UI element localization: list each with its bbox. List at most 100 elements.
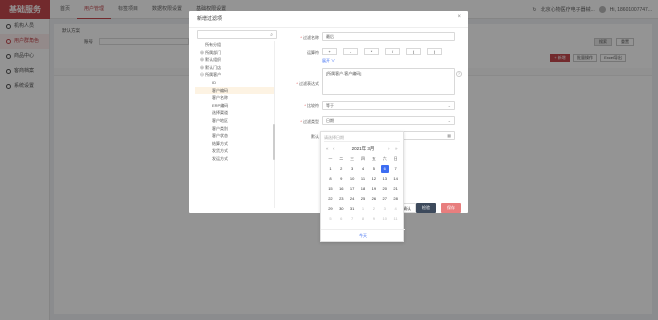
weekday-label: 一 (328, 156, 333, 161)
tree-item[interactable]: ⊕ 默认组织 (195, 56, 274, 64)
search-icon[interactable]: ⌕ (270, 32, 273, 38)
operator-minus-button[interactable]: - (343, 48, 358, 55)
tree-item[interactable]: ID (195, 79, 274, 87)
tree-item[interactable]: 选择渠道 (195, 109, 274, 117)
name-label: * 过滤名称 (300, 35, 319, 40)
tree-item[interactable]: 客户地区 (195, 117, 274, 125)
day-cell[interactable]: 22 (325, 195, 336, 205)
day-cell[interactable]: 13 (379, 175, 390, 185)
tree-item[interactable]: ⊖ 所属客户 (195, 71, 274, 79)
field-tree: 所有分组 ⊕ 所属部门 ⊕ 默认组织 ⊕ 默认门店 ⊖ 所属客户 ID 客户编码… (195, 41, 275, 208)
day-cell-other-month[interactable]: 9 (368, 215, 379, 225)
day-cell-other-month[interactable]: 6 (336, 215, 347, 225)
day-cell[interactable]: 12 (368, 175, 379, 185)
chevron-down-icon: ⌄ (447, 118, 451, 123)
divider (321, 229, 405, 230)
day-cell-other-month[interactable]: 8 (358, 215, 369, 225)
calendar-header[interactable]: 2021年 3月 (321, 146, 405, 152)
day-cell[interactable]: 23 (336, 195, 347, 205)
day-cell[interactable]: 25 (358, 195, 369, 205)
day-cell-today[interactable]: 6 (379, 165, 390, 175)
operator-plus-button[interactable]: + (322, 48, 337, 55)
date-picker-popup: 请选择日期 « ‹ 2021年 3月 › » 一二三四五六日1234567891… (320, 131, 405, 242)
day-cell[interactable]: 29 (325, 205, 336, 215)
day-cell[interactable]: 1 (325, 165, 336, 175)
day-cell-other-month[interactable]: 2 (368, 205, 379, 215)
operator-lparen-button[interactable]: ( (406, 48, 421, 55)
day-cell[interactable]: 5 (368, 165, 379, 175)
day-cell-other-month[interactable]: 1 (358, 205, 369, 215)
day-cell[interactable]: 31 (347, 205, 358, 215)
tree-item-selected[interactable]: 客户编码 (195, 86, 274, 95)
tree-item[interactable]: 发货方式 (195, 147, 274, 155)
tree-item[interactable]: 客户类别 (195, 125, 274, 133)
day-cell[interactable]: 15 (325, 185, 336, 195)
day-cell[interactable]: 8 (325, 175, 336, 185)
help-icon[interactable]: ? (456, 71, 462, 77)
day-cell[interactable]: 30 (336, 205, 347, 215)
expression-label: * 过滤表达式 (296, 81, 319, 86)
tree-item[interactable]: 所有分组 (195, 41, 274, 49)
operator-rparen-button[interactable]: ) (427, 48, 442, 55)
tree-item[interactable]: 客户名称 (195, 94, 274, 102)
operator-label: 运算符 (307, 50, 319, 55)
tree-item[interactable]: ⊕ 默认门店 (195, 64, 274, 72)
name-input[interactable]: 最后 (322, 32, 455, 41)
day-cell[interactable]: 28 (390, 195, 401, 205)
day-cell[interactable]: 21 (390, 185, 401, 195)
day-cell-other-month[interactable]: 10 (379, 215, 390, 225)
save-button[interactable]: 保存 (441, 203, 461, 213)
tree-search-input[interactable]: ⌕ (197, 30, 277, 39)
day-cell[interactable]: 14 (390, 175, 401, 185)
day-cell-other-month[interactable]: 4 (390, 205, 401, 215)
next-year-icon[interactable]: » (395, 146, 398, 151)
next-month-icon[interactable]: › (388, 146, 390, 151)
day-cell[interactable]: 2 (336, 165, 347, 175)
today-label: 6 (380, 165, 389, 173)
chevron-down-icon: ⌄ (447, 103, 451, 108)
date-picker-input[interactable]: 请选择日期 (324, 135, 400, 142)
weekday-label: 四 (361, 156, 365, 161)
day-cell[interactable]: 9 (336, 175, 347, 185)
tree-item[interactable]: 客户状态 (195, 132, 274, 140)
day-cell[interactable]: 27 (379, 195, 390, 205)
tree-scrollbar[interactable] (273, 124, 275, 160)
day-cell-other-month[interactable]: 7 (347, 215, 358, 225)
type-select[interactable]: 日期 ⌄ (322, 116, 455, 125)
day-cell[interactable]: 4 (358, 165, 369, 175)
week-row: 22 23 24 25 26 27 28 (325, 195, 401, 205)
day-cell-other-month[interactable]: 5 (325, 215, 336, 225)
day-cell-other-month[interactable]: 3 (379, 205, 390, 215)
day-cell[interactable]: 11 (358, 175, 369, 185)
tree-item[interactable]: 结算方式 (195, 140, 274, 148)
day-cell[interactable]: 17 (347, 185, 358, 195)
day-cell-other-month[interactable]: 11 (390, 215, 401, 225)
day-cell[interactable]: 16 (336, 185, 347, 195)
calendar-icon[interactable]: ▦ (447, 132, 451, 139)
day-cell[interactable]: 3 (347, 165, 358, 175)
day-cell[interactable]: 24 (347, 195, 358, 205)
tree-item[interactable]: 发运方式 (195, 155, 274, 163)
compare-select[interactable]: 等于 ⌄ (322, 101, 455, 110)
expression-textarea[interactable]: [所属客户.客户编码] (322, 68, 455, 95)
validate-button[interactable]: 检验 (416, 203, 436, 213)
day-cell[interactable]: 10 (347, 175, 358, 185)
day-cell[interactable]: 19 (368, 185, 379, 195)
day-cell[interactable]: 26 (368, 195, 379, 205)
calendar-grid: 一二三四五六日 1 2 3 4 5 6 7 8 9 10 11 12 13 14 15 16 17 18 19 20 21… (325, 155, 401, 225)
tree-item[interactable]: ERP编码 (195, 102, 274, 110)
default-label: 默认 (311, 134, 319, 139)
week-row: 29 30 31 1 2 3 4 (325, 205, 401, 215)
weekday-label: 二 (339, 156, 344, 161)
compare-label: * 比较符 (304, 103, 319, 108)
weekday-label: 六 (382, 156, 387, 161)
today-button[interactable]: 今天 (321, 233, 405, 239)
day-cell[interactable]: 18 (358, 185, 369, 195)
operator-divide-button[interactable]: / (385, 48, 400, 55)
expand-link[interactable]: 展开 ∨ (322, 58, 335, 64)
day-cell[interactable]: 7 (390, 165, 401, 175)
operator-multiply-button[interactable]: * (364, 48, 379, 55)
day-cell[interactable]: 20 (379, 185, 390, 195)
tree-item[interactable]: ⊕ 所属部门 (195, 49, 274, 57)
close-icon[interactable]: × (457, 14, 461, 20)
